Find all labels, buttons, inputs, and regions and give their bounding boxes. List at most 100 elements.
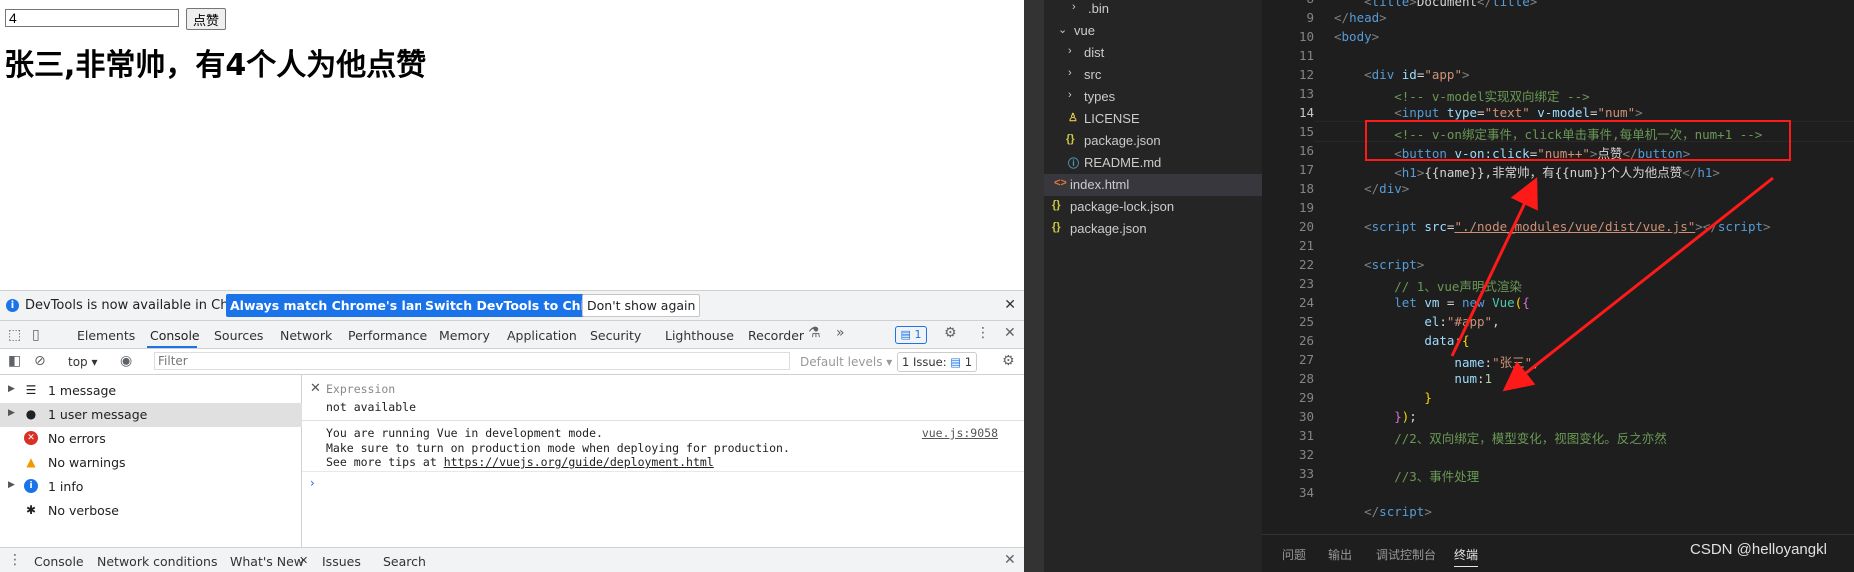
active-tab-indicator [147, 346, 197, 348]
drawer-tab-issues[interactable]: Issues [322, 554, 361, 569]
code-line: // 1、vue声明式渲染 [1394, 279, 1522, 294]
drawer-tab-whats-new[interactable]: What's New [230, 554, 304, 569]
expand-arrow-icon[interactable]: ▶ [8, 384, 15, 394]
more-tabs-icon[interactable]: » [836, 325, 845, 341]
remove-expression-icon[interactable]: ✕ [310, 381, 321, 396]
close-drawer-icon[interactable]: ✕ [1004, 552, 1016, 568]
kebab-menu-icon[interactable]: ⋮ [976, 325, 990, 341]
tree-item-vue[interactable]: ⌄ vue [1044, 20, 1262, 42]
expand-arrow-icon[interactable]: ▶ [8, 408, 15, 418]
tree-item-package-json[interactable]: {} package.json [1044, 130, 1262, 152]
code-line: <script src="./node_modules/vue/dist/vue… [1364, 219, 1771, 234]
tab-recorder[interactable]: Recorder [748, 328, 804, 343]
num-input[interactable] [5, 9, 179, 27]
panel-tab-terminal[interactable]: 终端 [1454, 546, 1479, 567]
panel-tab-problems[interactable]: 问题 [1282, 546, 1306, 563]
drawer-menu-icon[interactable]: ⋮ [8, 552, 22, 568]
expand-arrow-icon[interactable]: ▶ [8, 480, 15, 490]
panel-tab-output[interactable]: 输出 [1328, 546, 1352, 563]
tab-application[interactable]: Application [507, 328, 577, 343]
file-name: package.json [1070, 221, 1147, 236]
tab-sources[interactable]: Sources [214, 328, 263, 343]
dont-show-again-button[interactable]: Don't show again [582, 294, 701, 317]
log-source-link[interactable]: vue.js:9058 [922, 426, 998, 440]
sidebar-item-label: 1 info [48, 479, 84, 494]
file-name: package.json [1084, 133, 1161, 148]
sidebar-item-verbose[interactable]: ✱ No verbose [0, 499, 302, 523]
code-editor[interactable]: 8 9 10 11 12 13 14 15 16 17 18 19 20 21 22 23 24 25 26 27 28… [1262, 0, 1854, 534]
drawer-tab-network-conditions[interactable]: Network conditions [97, 554, 217, 569]
log-levels-dropdown[interactable]: Default levels ▾ [800, 355, 892, 369]
panel-tab-debug-console[interactable]: 调试控制台 [1376, 546, 1436, 563]
file-name: LICENSE [1084, 111, 1140, 126]
page-content: 点赞 张三,非常帅，有4个人为他点赞 [0, 0, 1024, 290]
tab-memory[interactable]: Memory [439, 328, 490, 343]
tree-item-root-package-json[interactable]: {} package.json [1044, 218, 1262, 240]
file-name: dist [1084, 45, 1105, 60]
device-toolbar-icon[interactable]: ▯ [32, 327, 40, 343]
line-number: 10 [1298, 29, 1314, 44]
tree-item-src[interactable]: › src [1044, 64, 1262, 86]
like-button[interactable]: 点赞 [186, 8, 227, 30]
console-output: ✕ Expression not available You are runni… [302, 375, 1024, 547]
line-number: 19 [1298, 200, 1314, 215]
annotation-highlight-box [1365, 120, 1791, 161]
devtools-drawer: ⋮ Console Network conditions What's New … [0, 547, 1024, 572]
sidebar-toggle-icon[interactable]: ◧ [8, 353, 21, 369]
console-prompt[interactable]: › [310, 476, 315, 490]
chevron-right-icon: › [1072, 1, 1076, 13]
license-file-icon: ♙ [1068, 112, 1078, 124]
inspect-element-icon[interactable]: ⬚ [8, 327, 21, 343]
tree-item-dist[interactable]: › dist [1044, 42, 1262, 64]
json-file-icon: {} [1052, 221, 1061, 233]
chevron-down-icon: ▾ [886, 355, 893, 369]
code-line: num:1 [1454, 371, 1493, 386]
tab-security[interactable]: Security [590, 328, 641, 343]
sidebar-item-label: 1 user message [48, 407, 148, 422]
chevron-right-icon: › [1068, 67, 1072, 79]
bug-icon: ✱ [25, 503, 37, 517]
drawer-tab-search[interactable]: Search [383, 554, 426, 569]
drawer-tab-console[interactable]: Console [34, 554, 84, 569]
sidebar-item-errors[interactable]: ✕ No errors [0, 427, 302, 451]
devtools-language-infobar: i DevTools is now available in Chinese! … [0, 290, 1024, 321]
clear-console-icon[interactable]: ⊘ [34, 353, 46, 369]
tree-item-package-lock[interactable]: {} package-lock.json [1044, 196, 1262, 218]
line-number: 15 [1298, 124, 1314, 139]
tree-item-types[interactable]: › types [1044, 86, 1262, 108]
line-number: 13 [1298, 86, 1314, 101]
sidebar-item-warnings[interactable]: ▲ No warnings [0, 451, 302, 475]
tab-network[interactable]: Network [280, 328, 332, 343]
close-icon[interactable]: ✕ [299, 554, 308, 567]
close-devtools-icon[interactable]: ✕ [1004, 325, 1016, 341]
line-number-gutter: 8 9 10 11 12 13 14 15 16 17 18 19 20 21 22 23 24 25 26 27 28… [1262, 0, 1314, 534]
deployment-guide-link[interactable]: https://vuejs.org/guide/deployment.html [444, 455, 714, 469]
console-settings-icon[interactable]: ⚙ [1002, 353, 1015, 369]
context-selector[interactable]: top ▾ [68, 355, 98, 369]
line-number: 8 [1262, 0, 1314, 6]
tab-lighthouse[interactable]: Lighthouse [665, 328, 734, 343]
tab-elements[interactable]: Elements [77, 328, 135, 343]
sidebar-item-messages[interactable]: ▶ ☰ 1 message [0, 379, 302, 403]
line-number: 14 [1298, 105, 1314, 120]
close-icon[interactable]: ✕ [1004, 297, 1016, 313]
sidebar-item-info[interactable]: ▶ i 1 info [0, 475, 302, 499]
gear-icon[interactable]: ⚙ [944, 325, 957, 341]
tree-item-readme[interactable]: ⓘ README.md [1044, 152, 1262, 174]
line-number: 29 [1298, 390, 1314, 405]
line-number: 30 [1298, 409, 1314, 424]
eye-icon[interactable]: ◉ [120, 353, 132, 369]
issues-button[interactable]: 1 Issue: ▤ 1 [897, 352, 978, 372]
tree-item-license[interactable]: ♙ LICENSE [1044, 108, 1262, 130]
sidebar-item-user-messages[interactable]: ▶ ● 1 user message [0, 403, 302, 427]
messages-badge[interactable]: ▤ 1 [895, 326, 927, 344]
file-explorer: › .bin ⌄ vue › dist › src › types ♙ LICENSE {}… [1044, 0, 1262, 572]
tab-console[interactable]: Console [150, 328, 200, 343]
line-number: 27 [1298, 352, 1314, 367]
tree-item-index-html[interactable]: <> index.html [1044, 174, 1262, 196]
filter-input[interactable]: Filter [154, 352, 790, 370]
tree-item-bin[interactable]: › .bin [1044, 0, 1262, 20]
tab-performance[interactable]: Performance [348, 328, 427, 343]
browser-window: 点赞 张三,非常帅，有4个人为他点赞 i DevTools is now ava… [0, 0, 1024, 572]
line-number: 34 [1298, 485, 1314, 500]
